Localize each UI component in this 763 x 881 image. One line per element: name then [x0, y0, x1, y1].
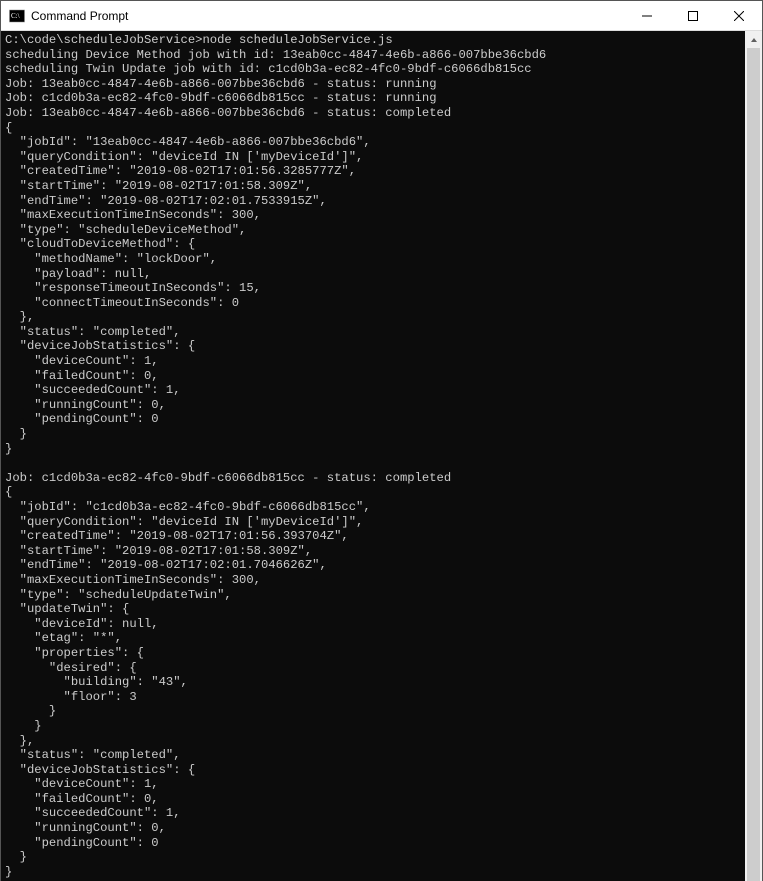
output-line: Job: c1cd0b3a-ec82-4fc0-9bdf-c6066db815c… [5, 91, 437, 105]
cmd-icon: C:\ [9, 8, 25, 24]
output-line: Job: 13eab0cc-4847-4e6b-a866-007bbe36cbd… [5, 106, 451, 120]
job1-json-block: { "jobId": "13eab0cc-4847-4e6b-a866-007b… [5, 121, 371, 456]
command-text: node scheduleJobService.js [202, 33, 392, 47]
output-line: Job: 13eab0cc-4847-4e6b-a866-007bbe36cbd… [5, 77, 437, 91]
maximize-button[interactable] [670, 1, 716, 31]
prompt-path: C:\code\scheduleJobService> [5, 33, 202, 47]
console-output[interactable]: C:\code\scheduleJobService>node schedule… [1, 31, 745, 881]
prompt-line: C:\code\scheduleJobService>node schedule… [5, 33, 393, 47]
titlebar[interactable]: C:\ Command Prompt [1, 1, 762, 31]
minimize-button[interactable] [624, 1, 670, 31]
svg-text:C:\: C:\ [11, 12, 20, 20]
client-area: C:\code\scheduleJobService>node schedule… [1, 31, 762, 881]
job2-json-block: { "jobId": "c1cd0b3a-ec82-4fc0-9bdf-c606… [5, 485, 371, 878]
output-line: scheduling Twin Update job with id: c1cd… [5, 62, 532, 76]
job2-header-line: Job: c1cd0b3a-ec82-4fc0-9bdf-c6066db815c… [5, 471, 451, 485]
window-frame: C:\ Command Prompt C:\code\scheduleJobSe… [0, 0, 763, 881]
vertical-scrollbar[interactable] [745, 31, 762, 881]
scroll-thumb[interactable] [747, 48, 760, 881]
scroll-track[interactable] [745, 48, 762, 881]
scroll-up-button[interactable] [745, 31, 762, 48]
window-title: Command Prompt [31, 9, 128, 23]
close-button[interactable] [716, 1, 762, 31]
output-line: scheduling Device Method job with id: 13… [5, 48, 546, 62]
